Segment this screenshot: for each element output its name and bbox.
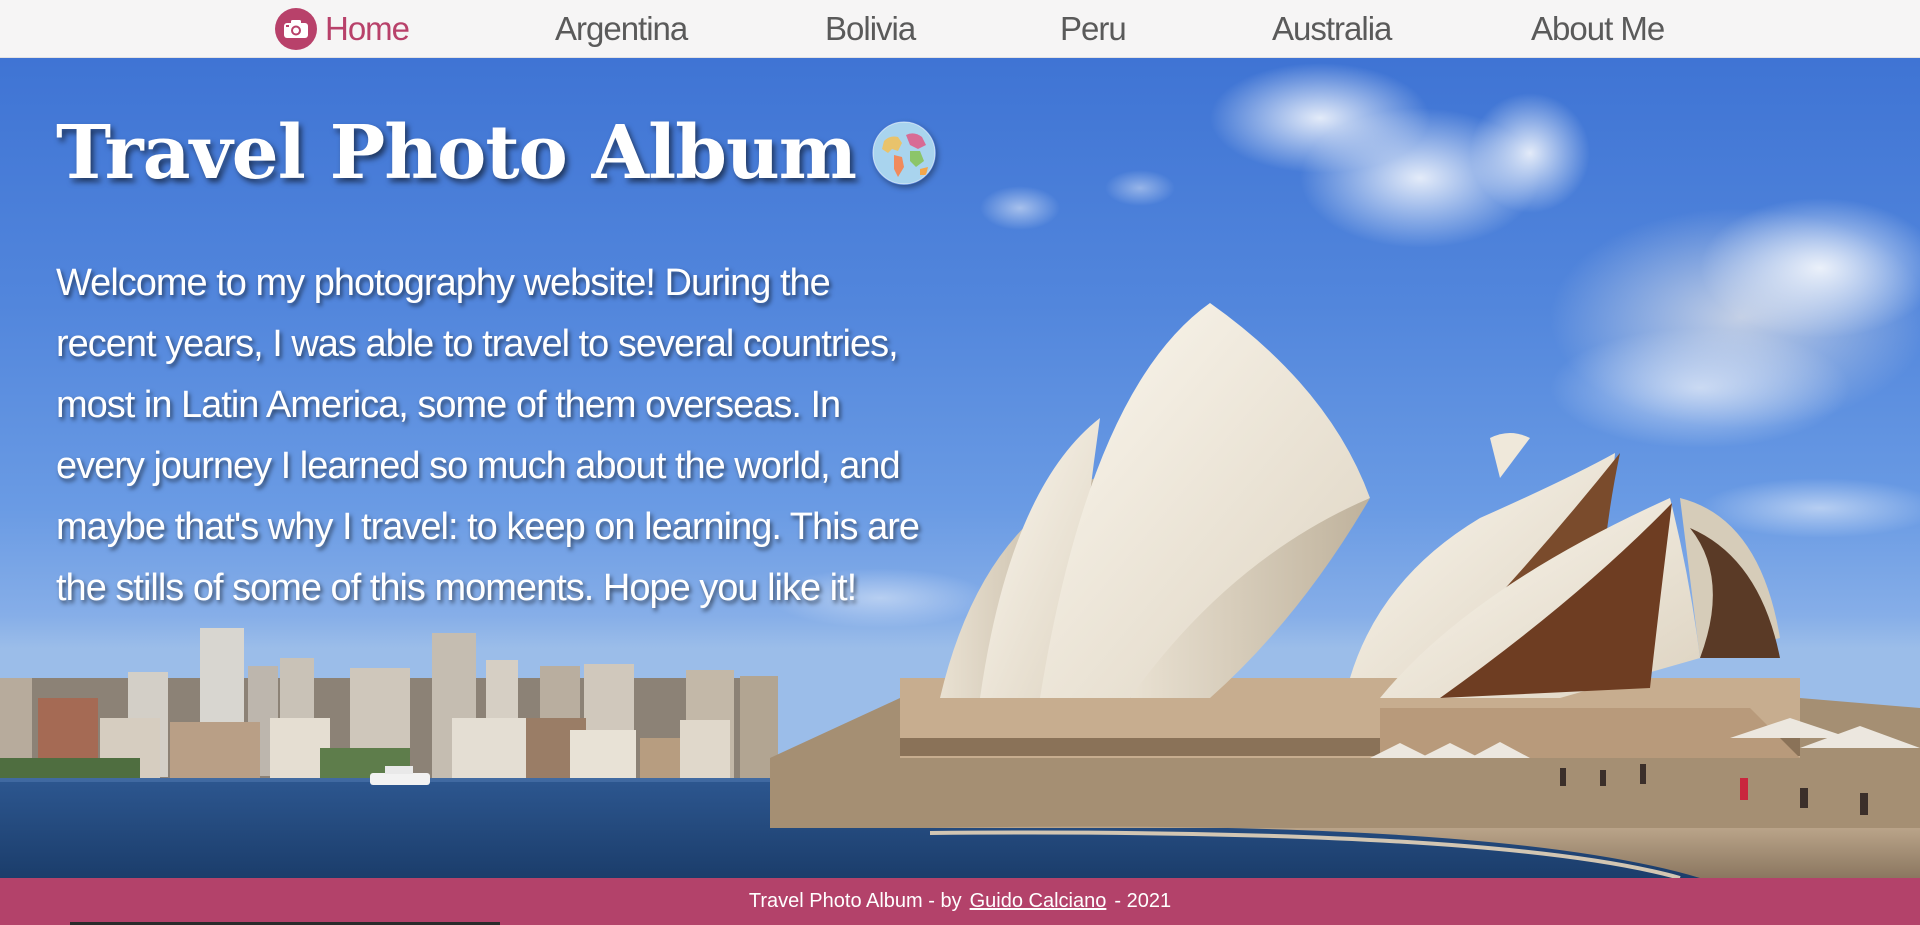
- nav-label-australia: Australia: [1272, 10, 1392, 47]
- footer-text: Travel Photo Album - by: [748, 890, 962, 912]
- nav-item-peru[interactable]: Peru: [1060, 0, 1127, 58]
- nav-label-about-me: About Me: [1531, 10, 1665, 47]
- intro-paragraph: Welcome to my photography website! Durin…: [56, 262, 920, 609]
- camera-icon: [275, 8, 317, 50]
- nav-item-about-me[interactable]: About Me: [1531, 0, 1665, 58]
- globe-icon: [872, 121, 936, 185]
- top-nav: Home Argentina Bolivia Peru Australia Ab…: [0, 0, 1920, 58]
- page-title: Travel Photo Album: [56, 110, 857, 196]
- hero-title-block: Travel Photo Album: [56, 110, 936, 196]
- hero-section: Travel Photo Album Welcome to my photogr…: [0, 58, 1920, 878]
- nav-label-home: Home: [325, 10, 410, 47]
- nav-item-home[interactable]: Home: [275, 0, 410, 58]
- nav-item-australia[interactable]: Australia: [1272, 0, 1392, 58]
- nav-label-peru: Peru: [1060, 10, 1127, 47]
- footer-year: - 2021: [1114, 890, 1172, 912]
- footer: Travel Photo Album - by Guido Calciano -…: [0, 878, 1920, 925]
- nav-label-bolivia: Bolivia: [825, 10, 916, 47]
- nav-label-argentina: Argentina: [555, 10, 688, 47]
- nav-item-bolivia[interactable]: Bolivia: [825, 0, 916, 58]
- author-link[interactable]: Guido Calciano: [970, 890, 1107, 913]
- nav-item-argentina[interactable]: Argentina: [555, 0, 688, 58]
